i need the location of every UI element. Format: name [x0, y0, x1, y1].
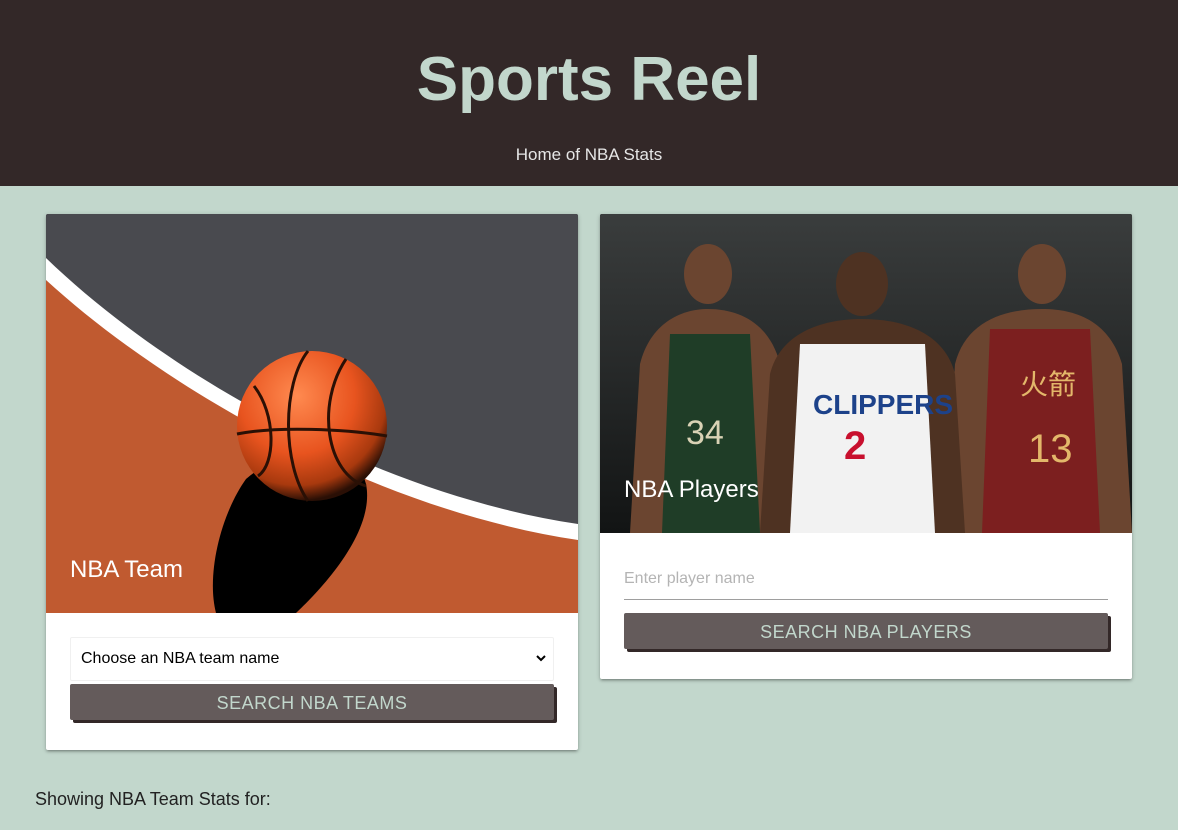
- team-select-value: Choose an NBA team name: [81, 650, 280, 667]
- site-header: Sports Reel Home of NBA Stats: [0, 0, 1178, 186]
- site-subtitle: Home of NBA Stats: [515, 145, 663, 164]
- jersey-number-13: 13: [1028, 427, 1073, 471]
- search-teams-button[interactable]: SEARCH NBA TEAMS: [70, 684, 554, 720]
- jersey-text-clippers: CLIPPERS: [813, 389, 953, 420]
- jersey-number-2: 2: [844, 424, 866, 468]
- player-name-input[interactable]: Enter player name: [624, 560, 1108, 600]
- players-card-title: NBA Players: [624, 476, 759, 503]
- team-card-title: NBA Team: [70, 556, 183, 583]
- player-name-placeholder: Enter player name: [624, 570, 755, 587]
- players-image: 34 火箭 13 CLIPPERS 2 NBA Players: [600, 214, 1132, 533]
- chevron-down-icon: [535, 651, 547, 670]
- jersey-text-rockets: 火箭: [1020, 369, 1076, 400]
- basketball-image: NBA Team: [46, 214, 578, 613]
- team-card: NBA Team Choose an NBA team name SEARCH …: [46, 214, 578, 750]
- players-card: 34 火箭 13 CLIPPERS 2 NBA Players Enter pl…: [600, 214, 1132, 679]
- jersey-number-34: 34: [686, 414, 724, 452]
- team-select[interactable]: Choose an NBA team name: [70, 637, 554, 681]
- site-title: Sports Reel: [416, 45, 762, 114]
- search-players-button[interactable]: SEARCH NBA PLAYERS: [624, 613, 1108, 649]
- team-stats-status: Showing NBA Team Stats for:: [35, 789, 271, 809]
